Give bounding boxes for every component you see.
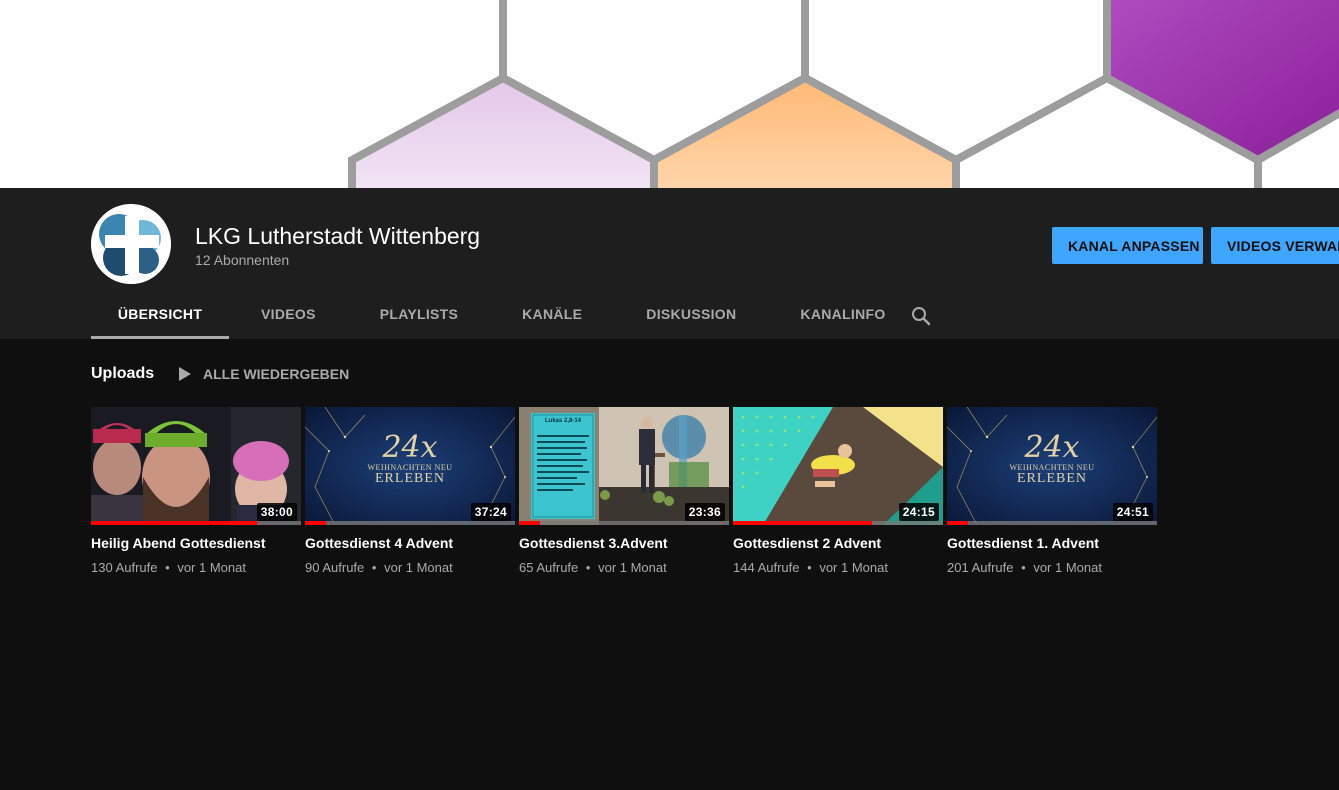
upload-age: vor 1 Monat — [177, 560, 246, 575]
search-icon[interactable] — [909, 304, 933, 328]
video-title[interactable]: Gottesdienst 2 Advent — [733, 534, 943, 552]
video-duration: 24:51 — [1112, 503, 1153, 521]
watch-progress — [519, 521, 729, 525]
meta-separator: • — [165, 560, 170, 575]
play-all-button[interactable]: ALLE WIEDERGEBEN — [179, 362, 349, 386]
video-thumbnail[interactable]: 24x WEIHNACHTEN NEU ERLEBEN 24:51 — [947, 407, 1157, 525]
tab-discussion[interactable]: DISKUSSION — [646, 289, 736, 339]
video-thumbnail[interactable]: 38:00 — [91, 407, 301, 525]
video-duration: 23:36 — [684, 503, 725, 521]
video-title[interactable]: Gottesdienst 3.Advent — [519, 534, 729, 552]
watch-progress — [91, 521, 301, 525]
video-meta: 90 Aufrufe • vor 1 Monat — [305, 560, 515, 575]
channel-name: LKG Lutherstadt Wittenberg — [195, 223, 481, 249]
video-card[interactable]: 24x WEIHNACHTEN NEU ERLEBEN 37:24 Gottes… — [305, 407, 515, 575]
view-count: 201 Aufrufe — [947, 560, 1014, 575]
watch-progress — [733, 521, 943, 525]
video-duration: 38:00 — [256, 503, 297, 521]
customize-channel-button[interactable]: KANAL ANPASSEN — [1052, 227, 1203, 264]
thumbnail-text: 24x WEIHNACHTEN NEU ERLEBEN — [367, 430, 453, 486]
video-meta: 65 Aufrufe • vor 1 Monat — [519, 560, 729, 575]
meta-separator: • — [371, 560, 377, 575]
channel-header: LKG Lutherstadt Wittenberg 12 Abonnenten… — [0, 188, 1339, 339]
video-title[interactable]: Heilig Abend Gottesdienst — [91, 534, 301, 552]
video-meta: 130 Aufrufe • vor 1 Monat — [91, 560, 301, 575]
video-thumbnail[interactable]: 24x WEIHNACHTEN NEU ERLEBEN 37:24 — [305, 407, 515, 525]
video-shelf: 38:00 Heilig Abend Gottesdienst 130 Aufr… — [91, 407, 1157, 575]
tab-channels[interactable]: KANÄLE — [522, 289, 582, 339]
video-card[interactable]: Lukas 2,8-14 23:36 Gottesdienst 3.Advent… — [519, 407, 729, 575]
upload-age: vor 1 Monat — [819, 560, 888, 575]
meta-separator: • — [1021, 560, 1026, 575]
video-duration: 37:24 — [470, 503, 511, 521]
uploads-header: Uploads ALLE WIEDERGEBEN — [91, 362, 349, 386]
video-duration: 24:15 — [898, 503, 939, 521]
video-thumbnail[interactable]: 24:15 — [733, 407, 943, 525]
view-count: 65 Aufrufe — [519, 560, 579, 575]
tab-about[interactable]: KANALINFO — [800, 289, 885, 339]
video-card[interactable]: 38:00 Heilig Abend Gottesdienst 130 Aufr… — [91, 407, 301, 575]
view-count: 130 Aufrufe — [91, 560, 158, 575]
view-count: 90 Aufrufe — [305, 560, 365, 575]
upload-age: vor 1 Monat — [598, 560, 667, 575]
video-thumbnail[interactable]: Lukas 2,8-14 23:36 — [519, 407, 729, 525]
manage-videos-button[interactable]: VIDEOS VERWALTEN — [1211, 227, 1339, 264]
tab-videos[interactable]: VIDEOS — [261, 289, 316, 339]
section-title[interactable]: Uploads — [91, 365, 154, 383]
slide-heading: Lukas 2,8-14 — [544, 418, 582, 424]
channel-avatar[interactable] — [91, 204, 171, 284]
meta-separator: • — [807, 560, 812, 575]
thumbnail-text: 24x WEIHNACHTEN NEU ERLEBEN — [1009, 430, 1095, 486]
channel-tabs: ÜBERSICHT VIDEOS PLAYLISTS KANÄLE DISKUS… — [91, 289, 886, 339]
upload-age: vor 1 Monat — [1033, 560, 1102, 575]
subscriber-count: 12 Abonnenten — [195, 252, 290, 268]
watch-progress — [305, 521, 515, 525]
video-meta: 201 Aufrufe • vor 1 Monat — [947, 560, 1157, 575]
video-card[interactable]: 24x WEIHNACHTEN NEU ERLEBEN 24:51 Gottes… — [947, 407, 1157, 575]
tab-playlists[interactable]: PLAYLISTS — [380, 289, 458, 339]
tab-overview[interactable]: ÜBERSICHT — [91, 289, 229, 339]
cross-logo-icon — [91, 204, 171, 284]
video-title[interactable]: Gottesdienst 1. Advent — [947, 534, 1157, 552]
video-meta: 144 Aufrufe • vor 1 Monat — [733, 560, 943, 575]
play-all-label: ALLE WIEDERGEBEN — [203, 366, 350, 382]
watch-progress — [947, 521, 1157, 525]
meta-separator: • — [585, 560, 591, 575]
video-title[interactable]: Gottesdienst 4 Advent — [305, 534, 515, 552]
view-count: 144 Aufrufe — [733, 560, 800, 575]
upload-age: vor 1 Monat — [384, 560, 453, 575]
play-icon — [179, 367, 191, 381]
channel-banner — [0, 0, 1339, 188]
video-card[interactable]: 24:15 Gottesdienst 2 Advent 144 Aufrufe … — [733, 407, 943, 575]
